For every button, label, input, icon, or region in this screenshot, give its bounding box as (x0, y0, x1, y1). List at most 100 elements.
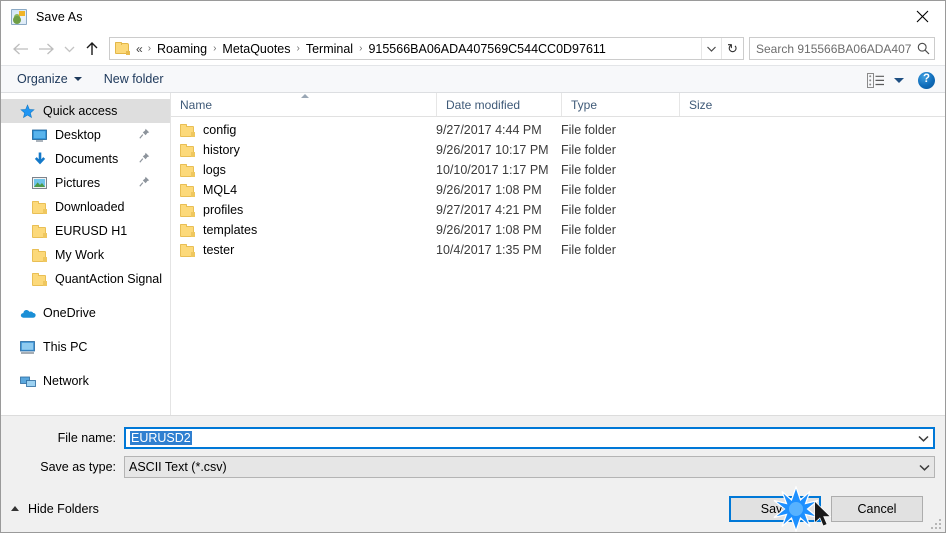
file-type: File folder (561, 183, 616, 197)
up-arrow-icon[interactable] (79, 36, 105, 62)
organize-button[interactable]: Organize (17, 72, 82, 86)
star-icon (19, 103, 36, 119)
file-name-cell: config (171, 123, 436, 137)
save-as-app-icon (11, 8, 27, 25)
sidebar-item-documents[interactable]: Documents (1, 147, 170, 171)
search-input[interactable] (750, 41, 912, 56)
sidebar-item-pictures[interactable]: Pictures (1, 171, 170, 195)
sidebar-item-downloaded[interactable]: Downloaded (1, 195, 170, 219)
sidebar-item-quantaction-signal[interactable]: QuantAction Signal (1, 267, 170, 291)
column-header-size[interactable]: Size (679, 93, 761, 116)
column-header-date-modified[interactable]: Date modified (436, 93, 561, 116)
sidebar-item-network[interactable]: Network (1, 369, 170, 393)
close-icon[interactable] (899, 1, 945, 31)
file-date: 9/27/2017 4:44 PM (436, 123, 542, 137)
file-name: templates (203, 223, 258, 237)
file-date: 10/10/2017 1:17 PM (436, 163, 549, 177)
sidebar-item-label: This PC (43, 340, 88, 354)
file-name-label: File name: (57, 431, 116, 445)
breadcrumb-separator: › (213, 43, 217, 54)
sidebar-item-quick-access[interactable]: Quick access (1, 99, 170, 123)
pin-icon[interactable] (139, 128, 150, 142)
file-name-cell: history (171, 143, 436, 157)
sidebar-divider (1, 291, 170, 301)
breadcrumb-item-metaquotes[interactable]: MetaQuotes (219, 40, 293, 58)
breadcrumb-item-roaming[interactable]: Roaming (154, 40, 210, 58)
cancel-button[interactable]: Cancel (831, 495, 923, 522)
sort-ascending-icon (301, 94, 309, 98)
chevron-down-icon[interactable] (894, 77, 904, 83)
folder-icon (180, 243, 195, 257)
chevron-down-icon[interactable] (915, 457, 934, 477)
chevron-down-icon[interactable] (59, 36, 79, 62)
file-name-value[interactable]: EURUSD2 (126, 431, 914, 445)
table-row[interactable]: templates 9/26/2017 1:08 PM File folder (171, 220, 945, 240)
table-row[interactable]: MQL4 9/26/2017 1:08 PM File folder (171, 180, 945, 200)
chevron-down-icon[interactable] (914, 429, 933, 447)
save-form: File name: EURUSD2 Save as type: ASCII T… (1, 415, 945, 485)
file-list-pane: Name Date modified Type Size config 9/27… (171, 93, 945, 415)
table-row[interactable]: profiles 9/27/2017 4:21 PM File folder (171, 200, 945, 220)
sidebar-divider (1, 325, 170, 335)
file-name: tester (203, 243, 235, 257)
sidebar-item-onedrive[interactable]: OneDrive (1, 301, 170, 325)
hide-folders-button[interactable]: Hide Folders (11, 502, 99, 516)
sidebar-item-my-work[interactable]: My Work (1, 243, 170, 267)
file-type: File folder (561, 243, 616, 257)
save-as-type-combobox[interactable]: ASCII Text (*.csv) (124, 456, 935, 478)
sidebar-item-this-pc[interactable]: This PC (1, 335, 170, 359)
organize-label: Organize (17, 72, 68, 86)
sidebar-item-desktop[interactable]: Desktop (1, 123, 170, 147)
column-header-type[interactable]: Type (561, 93, 679, 116)
new-folder-label: New folder (103, 72, 164, 86)
back-arrow-icon[interactable] (7, 36, 33, 62)
folder-icon (180, 203, 195, 217)
breadcrumb-overflow[interactable]: « (134, 40, 145, 58)
breadcrumb-item-terminal-id[interactable]: 915566BA06ADA407569C544CC0D97611 (365, 40, 608, 58)
new-folder-button[interactable]: New folder (104, 72, 164, 86)
breadcrumb-separator: › (359, 43, 363, 54)
title-bar: Save As (1, 1, 945, 32)
dialog-buttons: Save Cancel (729, 495, 923, 522)
address-dropdown-icon[interactable] (701, 38, 721, 59)
picture-icon (31, 175, 48, 191)
forward-arrow-icon[interactable] (33, 36, 59, 62)
file-rows: config 9/27/2017 4:44 PM File folder his… (171, 117, 945, 415)
resize-grip[interactable] (929, 517, 941, 529)
folder-icon (180, 183, 195, 197)
help-icon[interactable]: ? (918, 71, 935, 89)
column-header-name[interactable]: Name (171, 93, 436, 116)
toolbar: Organize New folder ? (1, 65, 945, 93)
file-type: File folder (561, 123, 616, 137)
save-as-type-label: Save as type: (40, 460, 116, 474)
chevron-up-icon (11, 506, 19, 511)
table-row[interactable]: logs 10/10/2017 1:17 PM File folder (171, 160, 945, 180)
search-icon[interactable] (912, 42, 934, 55)
sidebar-item-eurusd-h1[interactable]: EURUSD H1 (1, 219, 170, 243)
refresh-icon[interactable]: ↻ (721, 38, 743, 59)
file-name: logs (203, 163, 226, 177)
column-label: Size (689, 98, 713, 112)
table-row[interactable]: history 9/26/2017 10:17 PM File folder (171, 140, 945, 160)
table-row[interactable]: config 9/27/2017 4:44 PM File folder (171, 120, 945, 140)
file-name-combobox[interactable]: EURUSD2 (124, 427, 935, 449)
view-layout-icon[interactable] (865, 71, 887, 89)
search-box[interactable] (749, 37, 935, 60)
cancel-label: Cancel (857, 501, 897, 516)
address-bar[interactable]: « › Roaming › MetaQuotes › Terminal › 91… (109, 37, 744, 60)
file-date: 9/26/2017 10:17 PM (436, 143, 549, 157)
sidebar-item-label: OneDrive (43, 306, 96, 320)
file-type: File folder (561, 203, 616, 217)
pin-icon[interactable] (139, 152, 150, 166)
save-button[interactable]: Save (729, 495, 821, 522)
sidebar-item-label: Quick access (43, 104, 118, 118)
onedrive-icon (19, 305, 36, 321)
save-as-type-row: Save as type: ASCII Text (*.csv) (11, 456, 935, 478)
breadcrumb-item-terminal[interactable]: Terminal (303, 40, 356, 58)
breadcrumb-separator: › (147, 43, 152, 54)
pin-icon[interactable] (139, 176, 150, 190)
network-icon (19, 373, 36, 389)
table-row[interactable]: tester 10/4/2017 1:35 PM File folder (171, 240, 945, 260)
file-date: 9/26/2017 1:08 PM (436, 223, 542, 237)
save-as-dialog: Save As « › Roaming › MetaQuotes › Termi… (0, 0, 946, 533)
